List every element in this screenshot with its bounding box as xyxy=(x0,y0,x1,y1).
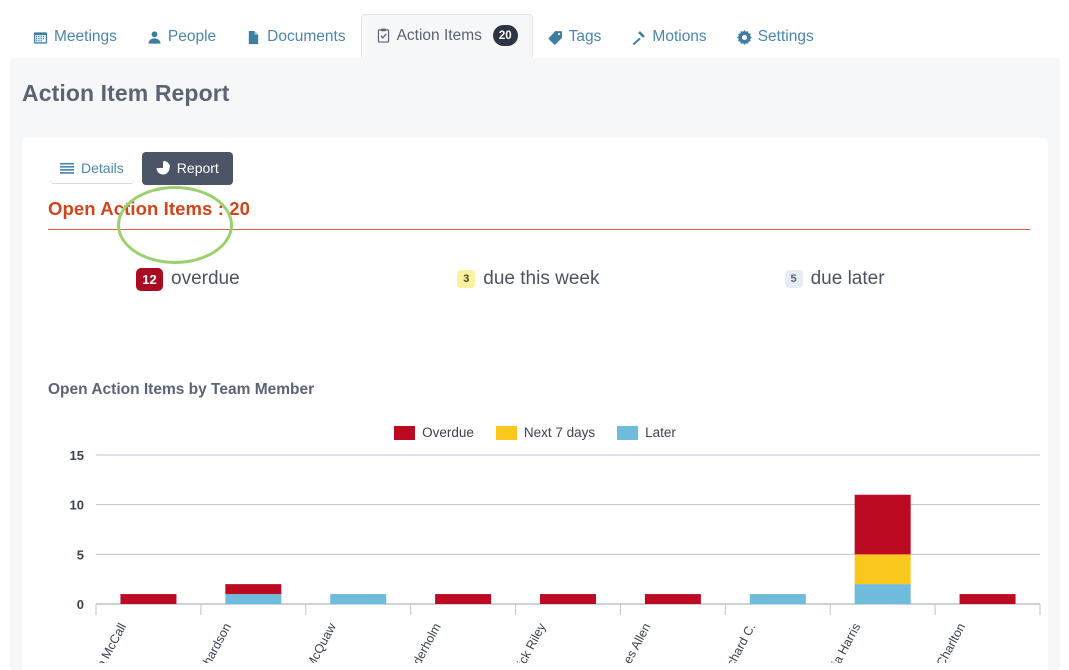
report-subtab-bar: Details Report xyxy=(50,152,233,185)
x-axis-category-label: Carolyn McQuaw xyxy=(281,620,339,663)
nav-tab-label: Meetings xyxy=(54,28,117,45)
y-axis-tick-label: 5 xyxy=(77,547,84,562)
due-this-week-label: due this week xyxy=(483,268,600,289)
bar-segment[interactable] xyxy=(435,594,492,604)
header-divider xyxy=(48,229,1030,230)
legend-swatch-overdue xyxy=(394,425,416,440)
summary-due-this-week: 3 due this week xyxy=(375,268,702,290)
nav-tab-settings[interactable]: Settings xyxy=(722,17,829,58)
bar-segment[interactable] xyxy=(854,494,911,555)
bar-segment[interactable] xyxy=(330,594,387,604)
due-this-week-count-badge: 3 xyxy=(457,270,476,288)
bar-segment[interactable] xyxy=(225,584,282,595)
nav-tab-label: Settings xyxy=(757,28,814,45)
nav-tab-label: Action Items xyxy=(396,26,482,44)
bar-segment[interactable] xyxy=(644,594,701,604)
nav-tab-label: Tags xyxy=(568,28,602,45)
x-axis-category-label: Richard C. xyxy=(718,621,758,663)
list-icon xyxy=(60,162,74,175)
open-action-items-title: Open Action Items : 20 xyxy=(48,198,250,219)
y-axis-tick-label: 10 xyxy=(70,498,84,513)
report-panel: Action Item Report Details Report Open A… xyxy=(10,58,1060,670)
bar-segment[interactable] xyxy=(540,594,596,604)
legend-item-later[interactable]: Later xyxy=(617,425,676,440)
legend-swatch-later xyxy=(617,425,639,440)
page-title: Action Item Report xyxy=(22,80,230,106)
bar-segment[interactable] xyxy=(225,594,282,604)
stacked-bar-chart[interactable]: 0 5 10 15 Carissa McCall Carol Richardson Caro… xyxy=(48,443,1048,663)
nav-tab-action-items[interactable]: Action Items 20 xyxy=(360,14,533,58)
x-axis-category-label: Carol Richardson xyxy=(176,621,234,663)
nav-tab-documents[interactable]: Documents xyxy=(231,17,360,58)
calendar-icon xyxy=(33,30,48,45)
nav-tab-list: Meetings People Documents Action Items 2… xyxy=(18,14,829,58)
open-action-items-header: Open Action Items : 20 xyxy=(48,198,1030,230)
action-items-count-badge: 20 xyxy=(492,25,518,46)
nav-tab-tags[interactable]: Tags xyxy=(533,17,617,58)
subtab-label: Details xyxy=(81,160,124,176)
summary-due-later: 5 due later xyxy=(703,268,1030,290)
nav-tab-people[interactable]: People xyxy=(132,17,231,58)
gear-icon xyxy=(736,29,752,45)
due-later-count-badge: 5 xyxy=(784,270,803,288)
summary-counts: 12 overdue 3 due this week 5 due later xyxy=(48,256,1030,302)
chart-legend: Overdue Next 7 days Later xyxy=(22,425,1048,440)
y-axis-tick-label: 0 xyxy=(77,597,84,612)
subtab-details[interactable]: Details xyxy=(50,153,134,184)
nav-tab-motions[interactable]: Motions xyxy=(616,17,721,58)
bar-segment[interactable] xyxy=(854,554,911,585)
subtab-label: Report xyxy=(176,160,219,176)
legend-label: Later xyxy=(645,425,676,440)
x-axis-category-label: Trina Charlton xyxy=(919,621,968,663)
x-axis-category-label: James Allen xyxy=(610,621,654,663)
nav-tab-label: Documents xyxy=(267,28,346,45)
summary-overdue: 12 overdue xyxy=(48,267,375,291)
report-card: Details Report Open Action Items : 20 12… xyxy=(22,138,1048,670)
x-axis-category-label: Frederick Riley xyxy=(497,620,549,663)
bar-segment[interactable] xyxy=(854,584,911,604)
nav-tab-label: Motions xyxy=(652,28,707,45)
top-navigation-bar: Meetings People Documents Action Items 2… xyxy=(0,0,1069,58)
y-axis-tick-label: 15 xyxy=(70,448,84,463)
bar-segment[interactable] xyxy=(120,594,177,604)
gavel-icon xyxy=(631,30,646,45)
legend-label: Next 7 days xyxy=(523,425,596,440)
legend-item-overdue[interactable]: Overdue xyxy=(394,425,474,440)
document-icon xyxy=(246,30,261,45)
due-later-label: due later xyxy=(810,268,885,289)
bar-segment[interactable] xyxy=(749,594,806,604)
bar-segment[interactable] xyxy=(959,594,1016,604)
x-axis-category-label: Carissa McCall xyxy=(77,621,129,663)
person-icon xyxy=(147,30,162,45)
overdue-count-badge: 12 xyxy=(136,267,163,291)
tag-icon xyxy=(548,30,563,45)
nav-tab-label: People xyxy=(167,28,217,45)
clipboard-check-icon xyxy=(376,28,391,43)
x-axis-category-label: Derek Anderholm xyxy=(386,621,444,663)
chart-title: Open Action Items by Team Member xyxy=(48,381,315,398)
subtab-report[interactable]: Report xyxy=(141,152,233,185)
legend-swatch-next-7-days xyxy=(495,425,517,440)
nav-tab-meetings[interactable]: Meetings xyxy=(18,17,132,58)
legend-label: Overdue xyxy=(422,425,474,440)
chart-canvas: 0 5 10 15 Carissa McCall Carol Richardson Caro… xyxy=(70,448,1041,663)
overdue-label: overdue xyxy=(171,268,240,289)
pie-chart-icon xyxy=(156,161,170,175)
x-axis-category-label: Tricia Harris xyxy=(820,621,864,663)
legend-item-next-7-days[interactable]: Next 7 days xyxy=(495,425,596,440)
